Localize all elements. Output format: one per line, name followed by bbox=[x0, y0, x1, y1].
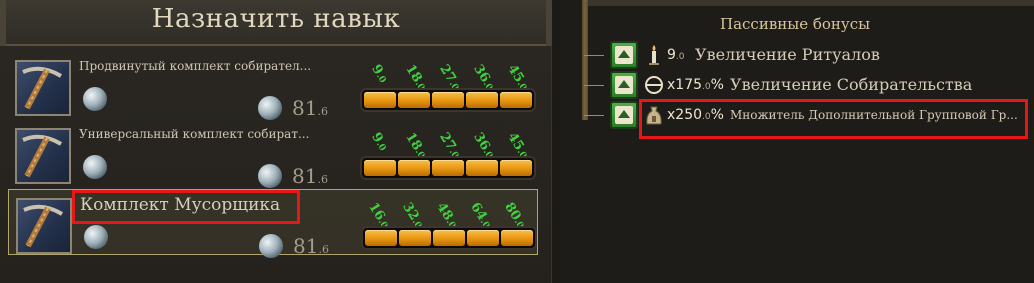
currency-orb-icon bbox=[258, 96, 282, 120]
bonus-name: Множитель Дополнительной Групповой Гр... bbox=[730, 108, 1018, 122]
currency-orb-icon bbox=[259, 234, 283, 258]
bonus-value: x250.0% bbox=[667, 107, 724, 123]
progress-segment bbox=[467, 230, 499, 246]
skill-name: Продвинутый комплект собирател... bbox=[79, 59, 312, 73]
bag-icon bbox=[644, 104, 664, 126]
upgrade-button[interactable] bbox=[610, 71, 638, 99]
pickaxe-icon bbox=[16, 198, 72, 254]
skill-progress-bar bbox=[360, 88, 536, 112]
progress-segment bbox=[398, 92, 430, 108]
skill-progress-bar bbox=[361, 226, 537, 250]
panel-header: Назначить навык bbox=[0, 0, 552, 46]
bonus-name: Увеличение Ритуалов bbox=[695, 45, 880, 64]
progress-segment bbox=[501, 230, 533, 246]
arrow-up-icon bbox=[615, 106, 633, 124]
skill-cost: 81.6 bbox=[293, 234, 329, 258]
candle-icon bbox=[644, 44, 664, 66]
pickaxe-icon bbox=[15, 128, 71, 184]
bonus-name: Увеличение Собирательства bbox=[730, 75, 973, 94]
passive-bonuses-title: Пассивные бонусы bbox=[720, 15, 871, 33]
progress-segment bbox=[433, 230, 465, 246]
tree-branch bbox=[584, 85, 604, 86]
progress-segment bbox=[432, 160, 464, 176]
orb-icon bbox=[84, 225, 108, 249]
progress-segment bbox=[466, 92, 498, 108]
thresholds: 9.0 18.0 27.0 36.0 45.0 bbox=[363, 120, 533, 161]
arrow-up-icon bbox=[615, 76, 633, 94]
skill-row[interactable]: Универсальный комплект собират... 81.6 9… bbox=[8, 120, 538, 188]
pickaxe-icon bbox=[15, 60, 71, 116]
progress-segment bbox=[364, 160, 396, 176]
pot-icon bbox=[644, 74, 664, 96]
progress-segment bbox=[500, 92, 532, 108]
skill-name: Универсальный комплект собират... bbox=[79, 127, 310, 141]
thresholds: 9.0 18.0 27.0 36.0 45.0 bbox=[363, 52, 533, 93]
progress-segment bbox=[398, 160, 430, 176]
bonus-value: 9.0 bbox=[667, 47, 685, 63]
upgrade-button[interactable] bbox=[610, 41, 638, 69]
skill-assign-panel: Назначить навык Продвинутый комплект соб… bbox=[0, 0, 552, 283]
progress-segment bbox=[399, 230, 431, 246]
arrow-up-icon bbox=[615, 46, 633, 64]
panel-top-strip bbox=[582, 0, 1034, 6]
page-title: Назначить навык bbox=[151, 4, 401, 34]
skill-cost: 81.6 bbox=[292, 96, 328, 120]
passive-bonuses-panel: Пассивные бонусы 9.0 Увеличение Ритуалов… bbox=[560, 0, 1034, 283]
progress-segment bbox=[466, 160, 498, 176]
currency-orb-icon bbox=[258, 164, 282, 188]
tree-branch bbox=[584, 55, 604, 56]
skill-row-selected[interactable]: Комплект Мусорщика 81.6 16.0 32.0 48.0 6… bbox=[8, 189, 538, 258]
skill-row[interactable]: Продвинутый комплект собирател... 81.6 9… bbox=[8, 52, 538, 120]
bonus-value: x175.0% bbox=[667, 77, 724, 93]
progress-segment bbox=[500, 160, 532, 176]
skill-name: Комплект Мусорщика bbox=[80, 195, 281, 215]
thresholds: 16.0 32.0 48.0 64.0 80.0 bbox=[364, 190, 534, 231]
orb-icon bbox=[83, 155, 107, 179]
progress-segment bbox=[432, 92, 464, 108]
tree-trunk bbox=[582, 0, 588, 120]
skill-cost: 81.6 bbox=[292, 164, 328, 188]
progress-segment bbox=[364, 92, 396, 108]
tree-branch bbox=[584, 115, 604, 116]
header-edge-right bbox=[546, 0, 552, 46]
upgrade-button[interactable] bbox=[610, 101, 638, 129]
progress-segment bbox=[365, 230, 397, 246]
skill-progress-bar bbox=[360, 156, 536, 180]
orb-icon bbox=[83, 87, 107, 111]
